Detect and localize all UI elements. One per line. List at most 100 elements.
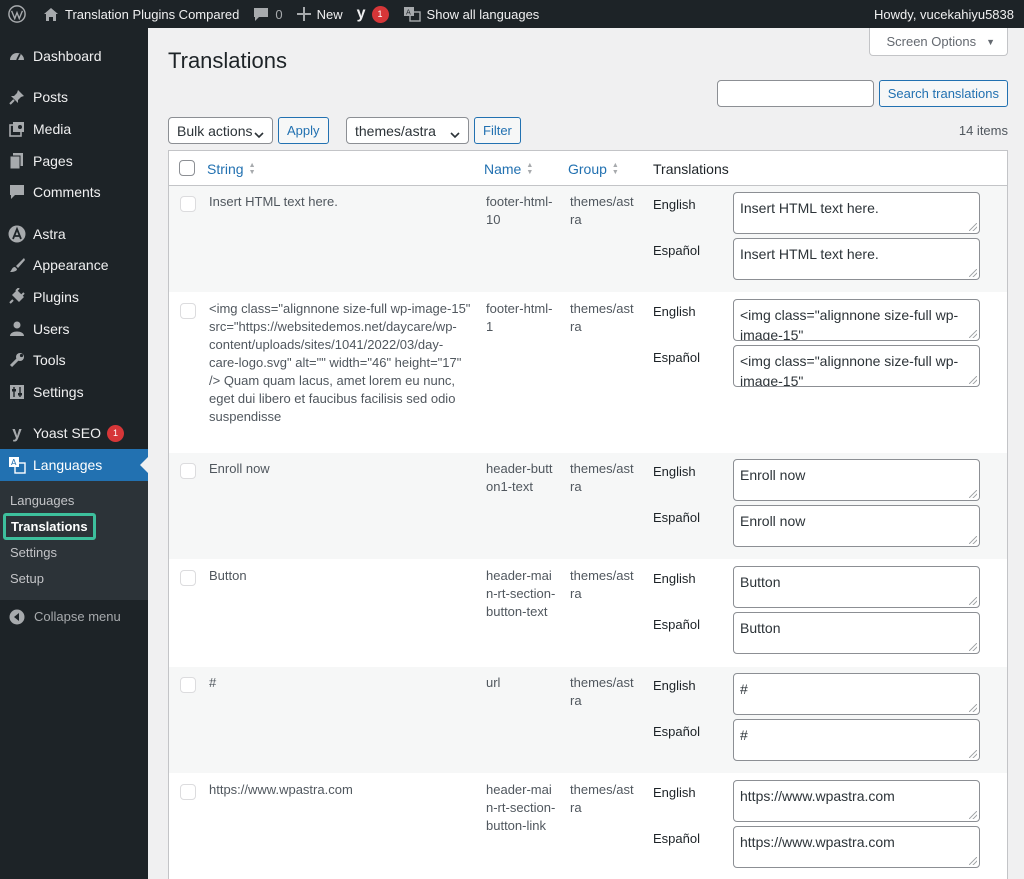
table-row: Button header-main-rt-section-button-tex…: [169, 560, 1007, 667]
menu-pages[interactable]: Pages: [0, 145, 148, 177]
translation-input-english[interactable]: <img class="alignnone size-full wp-image…: [733, 299, 980, 341]
translation-input-english[interactable]: #: [733, 673, 980, 715]
translation-input-spanish[interactable]: Insert HTML text here.: [733, 238, 980, 280]
comments-link[interactable]: 0: [246, 0, 289, 28]
translation-input-english[interactable]: Insert HTML text here.: [733, 192, 980, 234]
sort-icon: ▲ ▼: [248, 162, 256, 176]
search-input[interactable]: [716, 80, 874, 107]
apply-button[interactable]: Apply: [278, 117, 329, 144]
admin-sidebar: Dashboard Posts Media Pages Comments Ast…: [0, 28, 148, 879]
dashboard-icon: [7, 46, 27, 66]
screen-options-label: Screen Options: [886, 34, 977, 49]
site-name-link[interactable]: Translation Plugins Compared: [36, 0, 246, 28]
translation-input-spanish[interactable]: Button: [733, 612, 980, 654]
resize-handle-icon[interactable]: [969, 330, 977, 338]
row-checkbox[interactable]: [180, 463, 196, 479]
translation-input-spanish[interactable]: Enroll now: [733, 505, 980, 547]
resize-handle-icon[interactable]: [969, 597, 977, 605]
resize-handle-icon[interactable]: [969, 536, 977, 544]
select-all-checkbox[interactable]: [179, 160, 195, 176]
menu-appearance[interactable]: Appearance: [0, 250, 148, 282]
menu-label: Yoast SEO: [33, 425, 101, 442]
group-cell: themes/astra: [570, 782, 634, 815]
menu-media[interactable]: Media: [0, 113, 148, 145]
table-header: String ▲ ▼ Name ▲ ▼ Group ▲ ▼ Translations: [169, 151, 1007, 186]
row-checkbox[interactable]: [180, 196, 196, 212]
submenu-translations[interactable]: Translations: [0, 513, 148, 541]
language-label-spanish: Español: [653, 617, 700, 632]
row-checkbox[interactable]: [180, 303, 196, 319]
translation-text: <img class="alignnone size-full wp-image…: [740, 353, 959, 387]
table-nav-top: Bulk actions Apply themes/astra Filter 1…: [168, 117, 1008, 145]
resize-handle-icon[interactable]: [969, 857, 977, 865]
new-content-link[interactable]: New: [290, 0, 350, 28]
column-translations: Translations: [653, 161, 729, 177]
menu-plugins[interactable]: Plugins: [0, 281, 148, 313]
menu-label: Users: [33, 320, 70, 337]
resize-handle-icon[interactable]: [969, 490, 977, 498]
page-title: Translations: [168, 48, 288, 73]
resize-handle-icon[interactable]: [969, 223, 977, 231]
language-label-spanish: Español: [653, 510, 700, 525]
resize-handle-icon[interactable]: [969, 750, 977, 758]
filter-button[interactable]: Filter: [474, 117, 521, 144]
translation-input-spanish[interactable]: <img class="alignnone size-full wp-image…: [733, 345, 980, 387]
language-label-spanish: Español: [653, 724, 700, 739]
yoast-link[interactable]: y 1: [350, 0, 396, 28]
language-label-english: English: [653, 785, 696, 800]
submenu-settings[interactable]: Settings: [0, 540, 148, 566]
translation-input-english[interactable]: Enroll now: [733, 459, 980, 501]
admin-bar: Translation Plugins Compared 0 New y 1 A…: [0, 0, 1024, 28]
menu-yoast-seo[interactable]: y Yoast SEO 1: [0, 418, 148, 450]
bulk-actions-value: Bulk actions: [177, 122, 253, 139]
account-link[interactable]: Howdy, vucekahiyu5838: [867, 0, 1024, 28]
bulk-actions-select[interactable]: Bulk actions: [168, 117, 273, 144]
resize-handle-icon[interactable]: [969, 704, 977, 712]
howdy-text: Howdy, vucekahiyu5838: [874, 6, 1014, 22]
submenu-languages[interactable]: Languages: [0, 488, 148, 514]
pages-icon: [7, 151, 27, 171]
column-group[interactable]: Group ▲ ▼: [568, 161, 619, 177]
resize-handle-icon[interactable]: [969, 269, 977, 277]
row-checkbox[interactable]: [180, 784, 196, 800]
translation-input-spanish[interactable]: #: [733, 719, 980, 761]
menu-dashboard[interactable]: Dashboard: [0, 40, 148, 72]
translation-text: Insert HTML text here.: [740, 200, 879, 216]
menu-languages[interactable]: A Languages: [0, 449, 148, 481]
collapse-menu-button[interactable]: Collapse menu: [0, 602, 148, 632]
resize-handle-icon[interactable]: [969, 811, 977, 819]
translation-input-english[interactable]: Button: [733, 566, 980, 608]
string-cell: Insert HTML text here.: [209, 194, 338, 209]
name-cell: header-button1-text: [486, 461, 553, 494]
translation-input-english[interactable]: https://www.wpastra.com: [733, 780, 980, 822]
collapse-label: Collapse menu: [34, 609, 121, 625]
menu-users[interactable]: Users: [0, 313, 148, 345]
screen-options-button[interactable]: Screen Options ▼: [869, 28, 1008, 56]
row-checkbox[interactable]: [180, 570, 196, 586]
settings-icon: [7, 382, 27, 402]
submenu-setup[interactable]: Setup: [0, 566, 148, 592]
translation-input-spanish[interactable]: https://www.wpastra.com: [733, 826, 980, 868]
show-all-languages-link[interactable]: A Show all languages: [396, 0, 547, 28]
language-label-english: English: [653, 464, 696, 479]
checkbox[interactable]: [179, 160, 195, 176]
resize-handle-icon[interactable]: [969, 643, 977, 651]
menu-posts[interactable]: Posts: [0, 82, 148, 114]
group-filter-select[interactable]: themes/astra: [346, 117, 469, 144]
menu-astra[interactable]: Astra: [0, 218, 148, 250]
column-name[interactable]: Name ▲ ▼: [484, 161, 533, 177]
yoast-icon: y: [356, 5, 366, 22]
menu-comments[interactable]: Comments: [0, 176, 148, 208]
chevron-down-icon: [254, 126, 264, 142]
resize-handle-icon[interactable]: [969, 376, 977, 384]
translation-text: Button: [740, 574, 781, 590]
menu-settings[interactable]: Settings: [0, 376, 148, 408]
search-translations-button[interactable]: Search translations: [878, 80, 1008, 107]
menu-label: Appearance: [33, 257, 109, 274]
translate-icon: A: [7, 455, 27, 475]
wordpress-logo-button[interactable]: [0, 0, 36, 28]
translate-icon: A: [403, 6, 421, 22]
column-string[interactable]: String ▲ ▼: [207, 161, 256, 177]
menu-tools[interactable]: Tools: [0, 344, 148, 376]
row-checkbox[interactable]: [180, 677, 196, 693]
